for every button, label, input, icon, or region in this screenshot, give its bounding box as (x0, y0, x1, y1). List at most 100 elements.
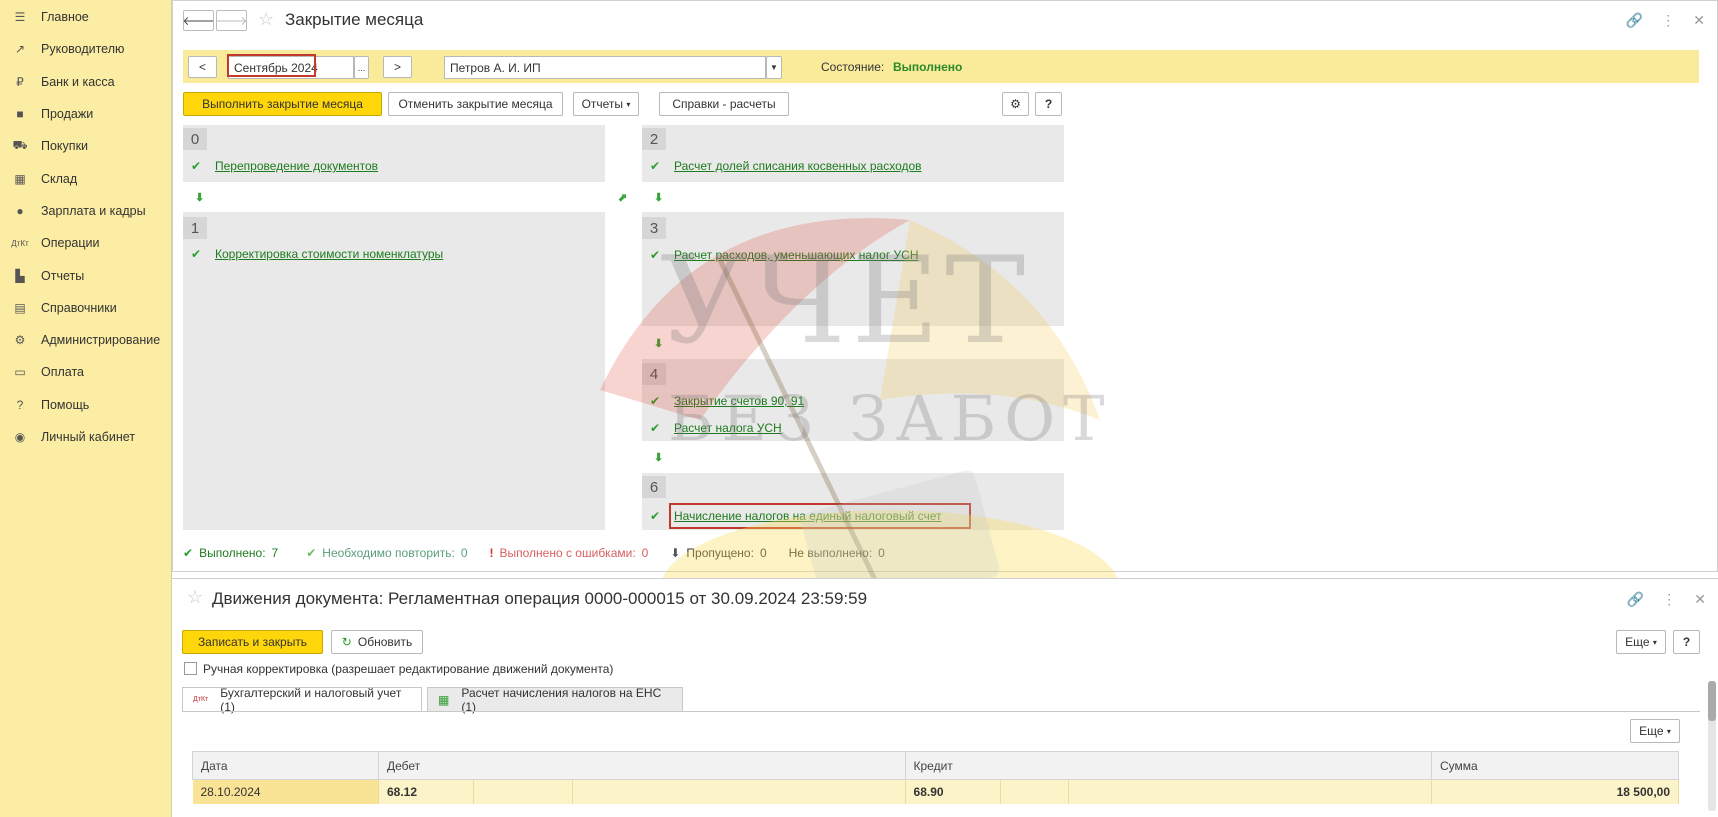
execute-closing-button[interactable]: Выполнить закрытие месяца (183, 92, 382, 116)
sidebar-item-payment[interactable]: ▭ Оплата (0, 356, 171, 388)
done-label: Выполнено: (199, 546, 266, 560)
arrow-down-icon: ⬇ (195, 192, 205, 204)
help-button[interactable]: ? (1035, 92, 1062, 116)
cell-debit[interactable]: 68.12 (378, 779, 474, 804)
task-link[interactable]: Закрытие счетов 90, 91 (674, 394, 804, 408)
more-label: Еще (1625, 635, 1650, 649)
forward-button[interactable]: 🡒 (215, 10, 248, 31)
sidebar-item-bank[interactable]: ₽ Банк и касса (0, 66, 171, 98)
task-close-accounts[interactable]: ✔ Закрытие счетов 90, 91 (650, 394, 804, 408)
organization-field[interactable]: Петров А. И. ИП (444, 56, 766, 79)
trend-icon: ↗ (14, 42, 26, 57)
sidebar-item-directories[interactable]: ▤ Справочники (0, 292, 171, 324)
more-button[interactable]: Еще ▾ (1616, 630, 1666, 654)
col-debit-header[interactable]: Дебет (378, 751, 906, 780)
tab-label: Расчет начисления налогов на ЕНС (1) (461, 685, 662, 714)
close-icon[interactable]: ✕ (1693, 12, 1705, 29)
warehouse-icon: ▦ (14, 171, 26, 186)
table-row[interactable]: 28.10.2024 68.12 68.90 18 500,00 (192, 779, 1679, 804)
link-icon[interactable]: 🔗 (1626, 12, 1643, 29)
person-icon: ● (16, 203, 24, 218)
favorite-star-icon[interactable]: ☆ (258, 9, 274, 30)
sidebar-item-account[interactable]: ◉ Личный кабинет (0, 421, 171, 453)
manual-edit-label: Ручная корректировка (разрешает редактир… (203, 662, 614, 676)
task-indirect-costs[interactable]: ✔ Расчет долей списания косвенных расход… (650, 159, 922, 173)
link-icon[interactable]: 🔗 (1627, 591, 1644, 608)
book-icon: ▤ (14, 300, 26, 315)
arrow-left-icon: 🡐 (182, 14, 215, 28)
sidebar-item-salary[interactable]: ● Зарплата и кадры (0, 195, 171, 227)
cell-date[interactable]: 28.10.2024 (192, 779, 379, 804)
help-button[interactable]: ? (1673, 630, 1700, 654)
task-usn-tax[interactable]: ✔ Расчет налога УСН (650, 421, 782, 435)
cell-credit-sub2[interactable] (1068, 779, 1433, 804)
check-icon: ✔ (191, 159, 202, 173)
task-highlight (669, 503, 971, 529)
tab-accounting[interactable]: ДтКт Бухгалтерский и налоговый учет (1) (182, 685, 422, 714)
col-sum-header[interactable]: Сумма (1431, 751, 1679, 780)
chart-icon: ▙ (15, 268, 25, 283)
more-vertical-icon[interactable]: ⋮ (1662, 591, 1676, 608)
notdone-count: 0 (878, 546, 885, 560)
refresh-button[interactable]: ↻ Обновить (331, 630, 423, 654)
reports-button[interactable]: Отчеты ▾ (573, 92, 639, 116)
check-icon: ✔ (650, 509, 661, 523)
back-button[interactable]: 🡐 (182, 10, 215, 31)
check-icon: ✔ (183, 546, 194, 560)
cell-sum[interactable]: 18 500,00 (1431, 779, 1679, 804)
sidebar-item-label: Зарплата и кадры (41, 203, 146, 218)
sidebar-item-admin[interactable]: ⚙ Администрирование (0, 324, 171, 356)
user-circle-icon: ◉ (14, 430, 26, 444)
organization-dropdown[interactable]: ▼ (766, 56, 782, 79)
tab-ens-calc[interactable]: ▦ Расчет начисления налогов на ЕНС (1) (427, 685, 683, 714)
close-icon[interactable]: ✕ (1694, 591, 1706, 608)
task-link[interactable]: Расчет долей списания косвенных расходов (674, 159, 922, 173)
sidebar-item-label: Оплата (41, 365, 84, 380)
tab-divider (182, 711, 1700, 712)
save-close-button[interactable]: Записать и закрыть (182, 630, 323, 654)
sidebar-item-sales[interactable]: ■ Продажи (0, 98, 171, 130)
sidebar-item-warehouse[interactable]: ▦ Склад (0, 162, 171, 194)
sidebar-item-manager[interactable]: ↗ Руководителю (0, 33, 171, 65)
period-select-button[interactable]: ... (354, 56, 369, 79)
sidebar-item-operations[interactable]: ДтКт Операции (0, 227, 171, 259)
tab-label: Бухгалтерский и налоговый учет (1) (220, 685, 402, 714)
sidebar-item-label: Склад (41, 171, 78, 186)
more-label: Еще (1639, 724, 1664, 738)
arrow-down-icon: ⬇ (654, 338, 664, 350)
task-reposting[interactable]: ✔ Перепроведение документов (191, 159, 378, 173)
col-credit-header[interactable]: Кредит (904, 751, 1433, 780)
refs-calculations-button[interactable]: Справки - расчеты (659, 92, 789, 116)
task-link[interactable]: Перепроведение документов (215, 159, 378, 173)
task-link[interactable]: Корректировка стоимости номенклатуры (215, 247, 443, 261)
cancel-closing-button[interactable]: Отменить закрытие месяца (388, 92, 563, 116)
dt-kt-icon: ДтКт (193, 696, 209, 703)
manual-edit-checkbox[interactable] (184, 662, 197, 675)
cell-debit-sub2[interactable] (572, 779, 906, 804)
period-prev-button[interactable]: < (188, 56, 217, 78)
table-more-button[interactable]: Еще ▾ (1630, 719, 1680, 743)
step-number: 2 (642, 128, 666, 150)
skipped-label: Пропущено: (686, 546, 754, 560)
cell-debit-sub1[interactable] (473, 779, 573, 804)
errors-count: 0 (641, 546, 649, 560)
document-movements-form: ☆ Движения документа: Регламентная опера… (172, 578, 1718, 817)
favorite-star-icon[interactable]: ☆ (187, 587, 203, 608)
more-vertical-icon[interactable]: ⋮ (1661, 12, 1675, 29)
step-block-2 (642, 125, 1064, 182)
task-cost-adjustment[interactable]: ✔ Корректировка стоимости номенклатуры (191, 247, 443, 261)
step-block-3 (642, 212, 1064, 326)
scrollbar-thumb[interactable] (1708, 681, 1716, 721)
sidebar-item-reports[interactable]: ▙ Отчеты (0, 259, 171, 291)
cell-credit-sub1[interactable] (1000, 779, 1069, 804)
task-link[interactable]: Расчет расходов, уменьшающих налог УСН (674, 248, 919, 262)
sidebar-item-main[interactable]: ☰ Главное (0, 1, 171, 33)
task-link[interactable]: Расчет налога УСН (674, 421, 782, 435)
task-usn-expenses[interactable]: ✔ Расчет расходов, уменьшающих налог УСН (650, 248, 919, 262)
settings-button[interactable]: ⚙ (1002, 92, 1029, 116)
period-next-button[interactable]: > (383, 56, 412, 78)
cell-credit[interactable]: 68.90 (905, 779, 1001, 804)
sidebar-item-help[interactable]: ? Помощь (0, 389, 171, 421)
col-date-header[interactable]: Дата (192, 751, 379, 780)
sidebar-item-purchases[interactable]: ⛟ Покупки (0, 130, 171, 162)
